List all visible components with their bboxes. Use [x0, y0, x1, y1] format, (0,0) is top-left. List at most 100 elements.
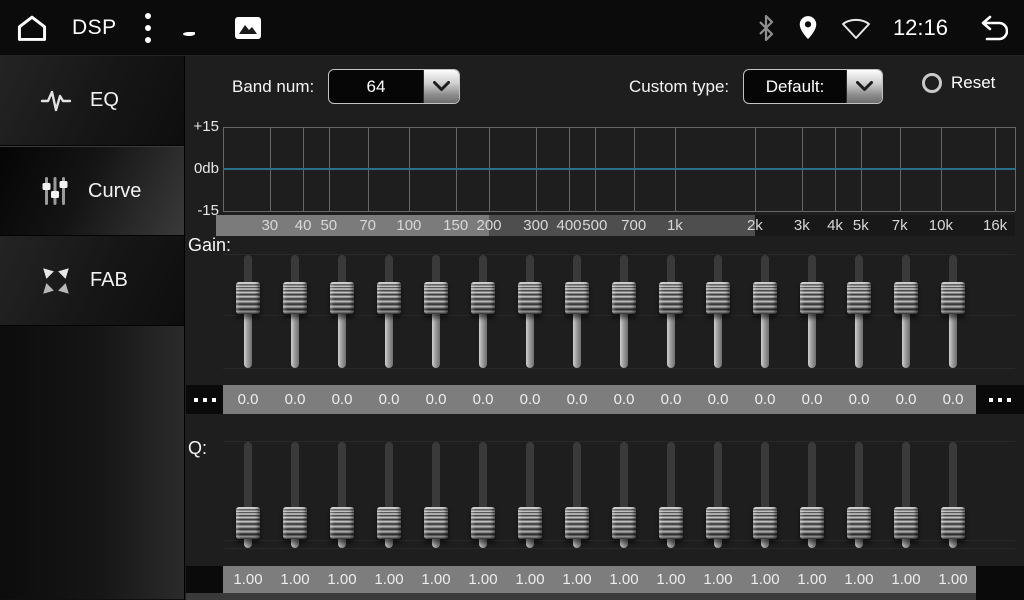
wifi-icon [841, 16, 871, 40]
reset-radio-icon[interactable] [922, 73, 942, 93]
sidebar-filler [0, 326, 184, 599]
band-num-dropdown[interactable]: 64 [328, 69, 460, 104]
q-slider-handle[interactable] [236, 507, 260, 539]
freq-tick-label: 30 [261, 215, 278, 236]
q-value: 1.00 [280, 566, 309, 593]
q-slider-handle[interactable] [847, 507, 871, 539]
q-value: 1.00 [797, 566, 826, 593]
menu-kebab-icon[interactable] [143, 11, 153, 45]
reset-button[interactable]: Reset [922, 73, 995, 93]
gain-slider-handle[interactable] [471, 282, 495, 314]
more-dot-icon [203, 398, 207, 402]
db-tick-label: -15 [186, 203, 219, 219]
plot-right-border [1015, 127, 1016, 211]
gain-slider-handle[interactable] [753, 282, 777, 314]
clover-leaf [183, 32, 195, 36]
gain-slider-handle[interactable] [377, 282, 401, 314]
sidebar-item-fab[interactable]: FAB [0, 236, 184, 326]
scroll-left-button[interactable] [186, 385, 223, 414]
gain-value: 0.0 [567, 385, 588, 414]
freq-tick-label: 150 [443, 215, 468, 236]
freq-tick-label: 70 [359, 215, 376, 236]
q-slider-handle[interactable] [377, 507, 401, 539]
q-slider-handle[interactable] [800, 507, 824, 539]
scroll-right-button[interactable] [976, 385, 1024, 414]
gain-slider-handle[interactable] [706, 282, 730, 314]
freq-tick-label: 40 [295, 215, 312, 236]
q-value: 1.00 [468, 566, 497, 593]
gain-slider-handle[interactable] [565, 282, 589, 314]
q-value: 1.00 [891, 566, 920, 593]
gain-value: 0.0 [943, 385, 964, 414]
q-slider-handle[interactable] [753, 507, 777, 539]
q-slider-handle[interactable] [894, 507, 918, 539]
gain-value: 0.0 [708, 385, 729, 414]
sidebar-item-curve[interactable]: Curve [0, 146, 184, 236]
gain-slider-handle[interactable] [847, 282, 871, 314]
gain-slider-handle[interactable] [518, 282, 542, 314]
q-slider-handle[interactable] [518, 507, 542, 539]
gain-slider-handle[interactable] [800, 282, 824, 314]
band-num-value: 64 [329, 70, 423, 103]
sidebar-item-label: FAB [90, 269, 128, 292]
q-slider-handle[interactable] [330, 507, 354, 539]
gain-value: 0.0 [896, 385, 917, 414]
sliders-icon [40, 175, 70, 207]
gain-value: 0.0 [802, 385, 823, 414]
q-value: 1.00 [609, 566, 638, 593]
q-value: 1.00 [562, 566, 591, 593]
q-slider-handle[interactable] [283, 507, 307, 539]
gain-slider-handle[interactable] [894, 282, 918, 314]
gain-label: Gain: [188, 235, 231, 256]
gain-slider-handle[interactable] [612, 282, 636, 314]
freq-tick-label: 10k [929, 215, 953, 236]
q-slider-handle[interactable] [659, 507, 683, 539]
band-num-label: Band num: [232, 77, 314, 97]
home-icon[interactable] [16, 13, 48, 43]
sidebar-item-eq[interactable]: EQ [0, 56, 184, 146]
freq-tick-label: 4k [827, 215, 843, 236]
gain-slider-handle[interactable] [941, 282, 965, 314]
freq-tick-label: 200 [476, 215, 501, 236]
q-value: 1.00 [750, 566, 779, 593]
custom-type-value: Default: [744, 70, 846, 103]
q-slider-handle[interactable] [565, 507, 589, 539]
gain-slider-handle[interactable] [236, 282, 260, 314]
gain-slider-handle[interactable] [659, 282, 683, 314]
gallery-icon[interactable] [234, 16, 262, 40]
gain-value: 0.0 [849, 385, 870, 414]
gain-value: 0.0 [520, 385, 541, 414]
scroll-right-button[interactable] [976, 566, 1024, 600]
chevron-down-icon[interactable] [846, 70, 882, 103]
chevron-down-icon[interactable] [423, 70, 459, 103]
gain-slider-handle[interactable] [424, 282, 448, 314]
freq-tick-label: 100 [396, 215, 421, 236]
q-bottom-bar [186, 593, 976, 600]
freq-tick-label: 3k [794, 215, 810, 236]
back-icon[interactable] [970, 13, 1008, 43]
eq-waveform-icon [40, 87, 72, 115]
sidebar-item-label: Curve [88, 180, 141, 203]
q-slider-handle[interactable] [471, 507, 495, 539]
plot-bottom-line [223, 211, 1015, 212]
gain-slider-handle[interactable] [283, 282, 307, 314]
q-slider-handle[interactable] [706, 507, 730, 539]
q-value: 1.00 [656, 566, 685, 593]
q-value-strip: 1.001.001.001.001.001.001.001.001.001.00… [223, 566, 976, 593]
q-slider-handle[interactable] [424, 507, 448, 539]
more-dot-icon [212, 398, 216, 402]
q-slider-handle[interactable] [941, 507, 965, 539]
q-slider-handle[interactable] [612, 507, 636, 539]
scroll-left-button[interactable] [186, 566, 223, 593]
freq-tick-label: 1k [667, 215, 683, 236]
q-label: Q: [188, 438, 207, 459]
q-value: 1.00 [938, 566, 967, 593]
gain-value: 0.0 [755, 385, 776, 414]
app-title: DSP [72, 16, 117, 40]
freq-tick-label: 700 [621, 215, 646, 236]
clover-apps-icon[interactable] [183, 15, 208, 40]
custom-type-dropdown[interactable]: Default: [743, 69, 883, 104]
status-bar: DSP 12:16 [0, 0, 1024, 56]
gain-slider-handle[interactable] [330, 282, 354, 314]
bluetooth-icon [757, 14, 775, 42]
